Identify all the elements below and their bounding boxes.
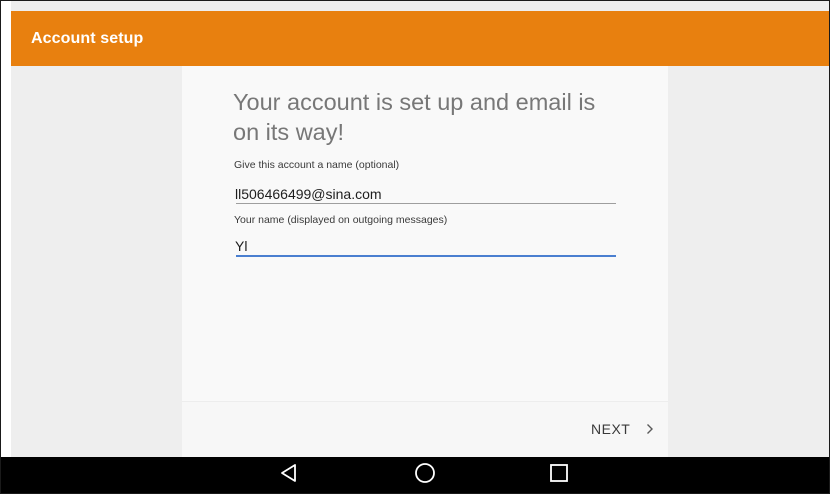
next-label: NEXT: [591, 421, 631, 437]
nav-recents-button[interactable]: [537, 457, 581, 493]
your-name-field[interactable]: Yl: [235, 238, 247, 254]
account-name-field[interactable]: ll506466499@sina.com: [235, 186, 382, 202]
setup-headline: Your account is set up and email is on i…: [233, 87, 633, 147]
device-screen: Account setup Your account is set up and…: [0, 0, 830, 494]
account-name-label: Give this account a name (optional): [234, 159, 400, 171]
next-button[interactable]: NEXT: [583, 416, 662, 442]
app-bar: Account setup: [11, 11, 829, 66]
app-bar-title: Account setup: [31, 30, 144, 47]
account-name-underline: [236, 203, 616, 204]
system-navigation-bar: [1, 457, 829, 493]
headline-line-1: Your account is set up and email is: [233, 89, 596, 115]
nav-back-button[interactable]: [267, 457, 311, 493]
your-name-underline: [236, 255, 616, 257]
left-gutter: [1, 1, 11, 457]
nav-home-button[interactable]: [403, 457, 447, 493]
recents-icon: [549, 463, 569, 488]
home-icon: [414, 462, 436, 489]
chevron-right-icon: [646, 423, 654, 435]
back-icon: [279, 463, 299, 488]
headline-line-2: on its way!: [233, 119, 345, 145]
your-name-label: Your name (displayed on outgoing message…: [234, 214, 448, 226]
